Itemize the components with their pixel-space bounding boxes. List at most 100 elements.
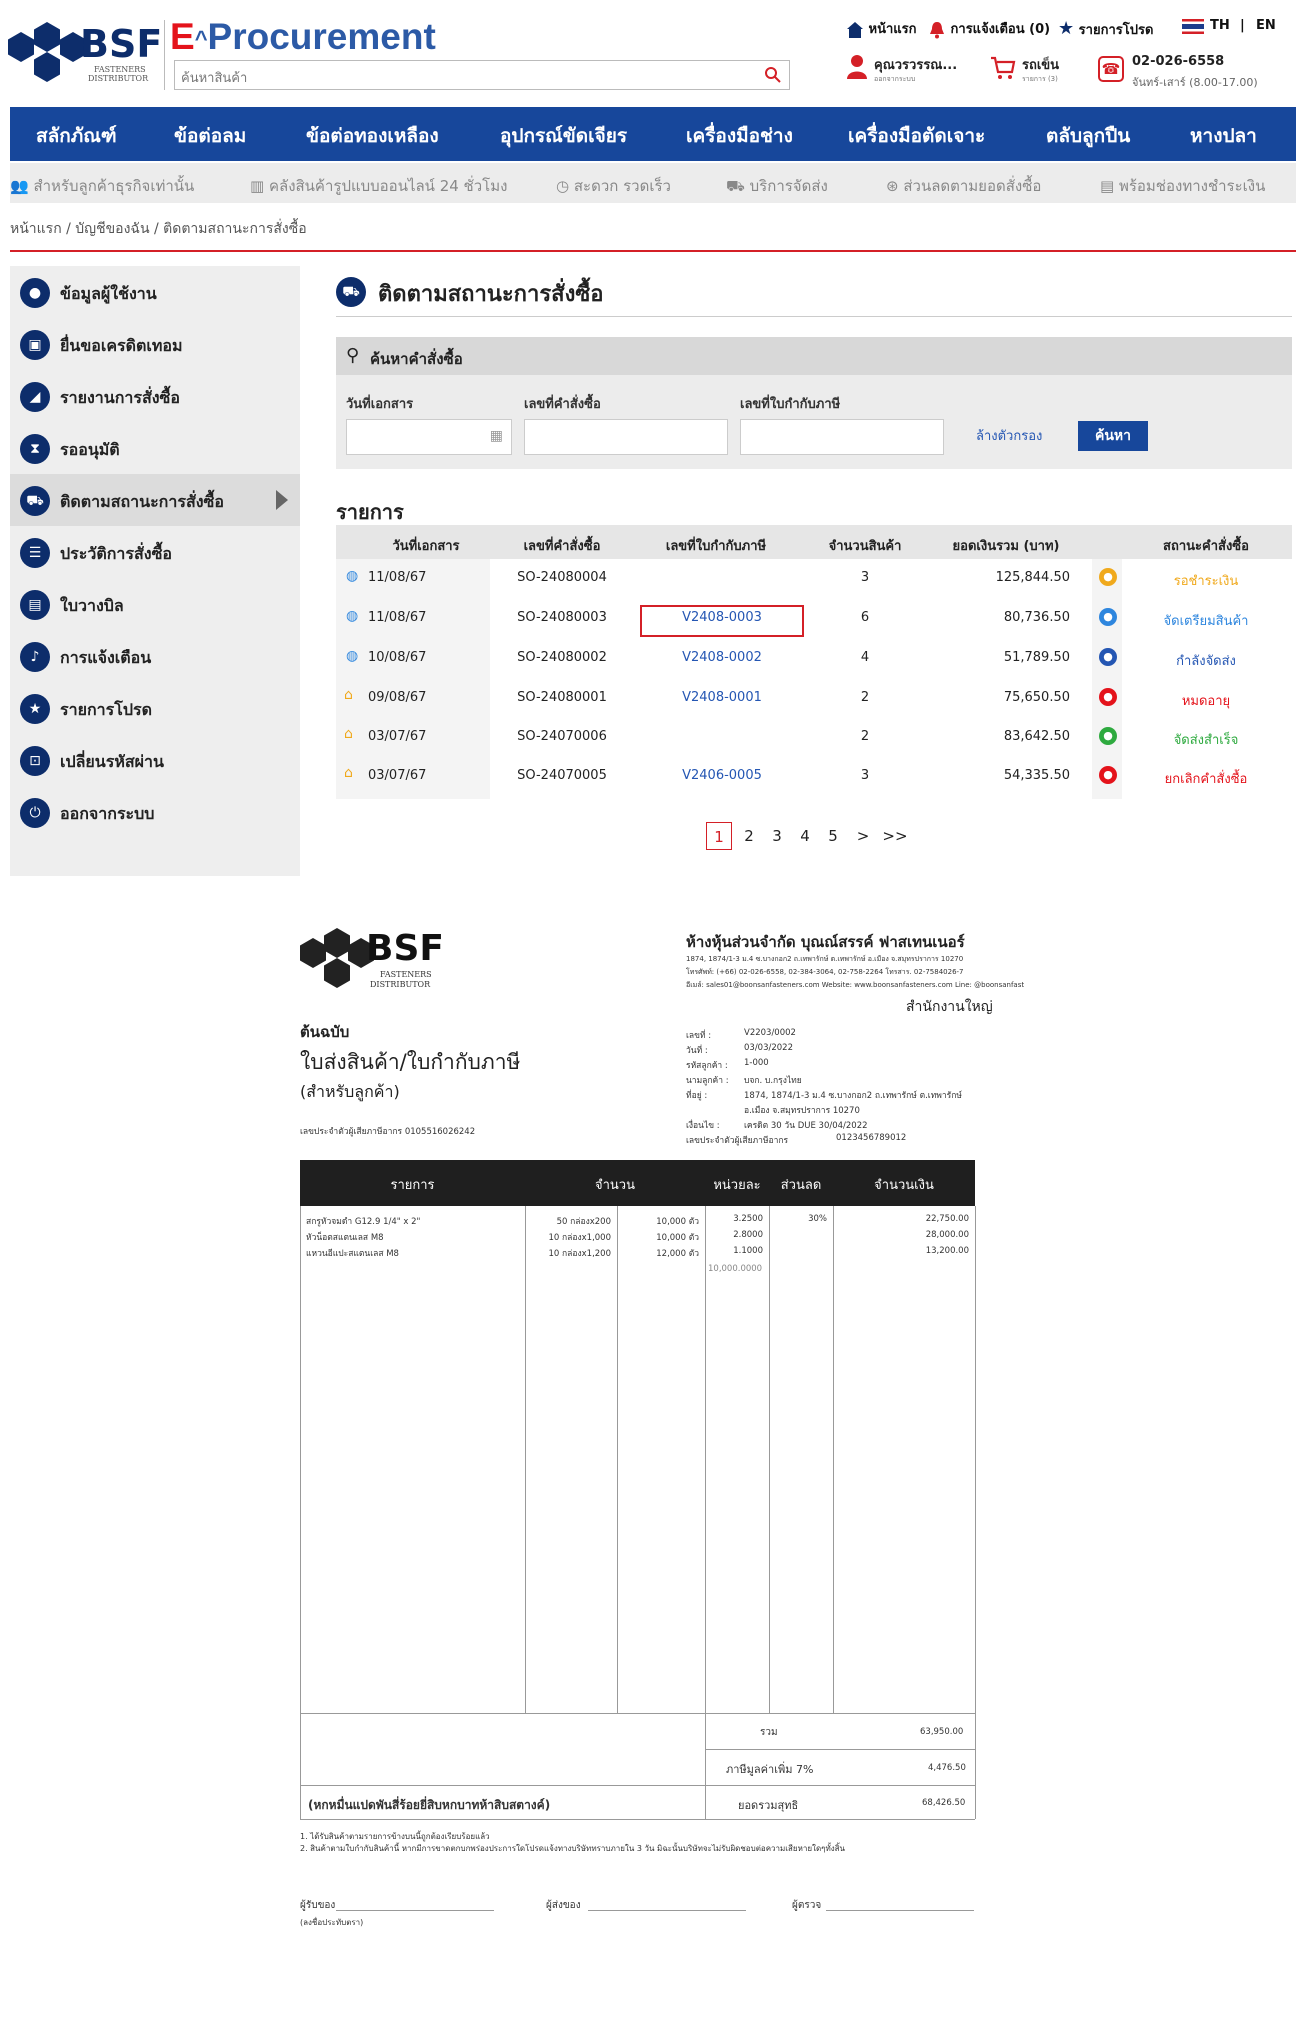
calendar-icon[interactable]: ▦ xyxy=(490,428,503,444)
inv-border xyxy=(617,1206,618,1713)
page-current[interactable]: 1 xyxy=(706,822,732,850)
eproc-caret-icon: ^ xyxy=(194,26,208,52)
row-order[interactable]: SO-24080004 xyxy=(492,570,632,585)
date-input[interactable]: ▦ xyxy=(346,419,512,455)
meta-key: เลขที่ : xyxy=(686,1031,712,1041)
row-order[interactable]: SO-24080002 xyxy=(492,650,632,665)
cart-count: รายการ (3) xyxy=(1022,75,1058,83)
sidebar-item-bill[interactable]: ▤ ใบวางบิล xyxy=(10,578,300,630)
table-row[interactable]: ⌂ 03/07/67 SO-24070006 2 83,642.50 ● จัดส่งสำเ… xyxy=(336,718,1292,756)
page-link[interactable]: > xyxy=(850,822,876,850)
invoice-logo-brand: BSF xyxy=(366,928,444,969)
sidebar-item-label: ยื่นขอเครดิตเทอม xyxy=(60,336,183,355)
search-icon[interactable] xyxy=(764,66,782,84)
row-order[interactable]: SO-24070006 xyxy=(492,729,632,744)
top-favorites-link[interactable]: ★ รายการโปรด xyxy=(1058,18,1153,40)
phone-icon: ☎ xyxy=(1098,56,1124,82)
page-link[interactable]: 3 xyxy=(764,822,790,850)
clear-filter-button[interactable]: ล้างตัวกรอง xyxy=(976,425,1042,446)
top-home-link[interactable]: หน้าแรก xyxy=(846,18,917,39)
main-nav: สลักภัณฑ์ ข้อต่อลม ข้อต่อทองเหลือง อุปกร… xyxy=(10,107,1296,161)
lang-en[interactable]: EN xyxy=(1256,18,1276,33)
account-name: คุณวรวรรณ... xyxy=(874,58,958,73)
table-row[interactable]: ⌂ 09/08/67 SO-24080001 V2408-0001 2 75,650.50… xyxy=(336,679,1292,717)
row-tax-link[interactable]: V2408-0001 xyxy=(642,690,802,705)
row-date: 09/08/67 xyxy=(368,690,427,705)
feature-discount-text: ส่วนลดตามยอดสั่งซื้อ xyxy=(903,177,1042,195)
star-icon: ★ xyxy=(20,694,50,724)
sidebar-item-notifications[interactable]: ♪ การแจ้งเตือน xyxy=(10,630,300,682)
sidebar-item-history[interactable]: ☰ ประวัติการสั่งซื้อ xyxy=(10,526,300,578)
sidebar-item-pending[interactable]: ⧗ รออนุมัติ xyxy=(10,422,300,474)
nav-item-fasteners[interactable]: สลักภัณฑ์ xyxy=(36,121,117,151)
row-tax-link[interactable]: V2406-0005 xyxy=(642,768,802,783)
cart-icon xyxy=(991,56,1016,79)
page-link[interactable]: 2 xyxy=(736,822,762,850)
top-notifications-link[interactable]: การแจ้งเตือน (0) xyxy=(928,18,1050,39)
feature-warehouse: ▥ คลังสินค้ารูปแบบออนไลน์ 24 ชั่วโมง xyxy=(250,174,507,198)
search-button[interactable]: ค้นหา xyxy=(1078,421,1148,451)
globe-icon: ◍ xyxy=(346,568,359,584)
bsf-logo[interactable]: BSF FASTENERS DISTRIBUTOR xyxy=(8,18,162,86)
sidebar-item-password[interactable]: ⊡ เปลี่ยนรหัสผ่าน xyxy=(10,734,300,786)
nav-item-abrasives[interactable]: อุปกรณ์ขัดเจียร xyxy=(500,121,627,151)
row-total: 83,642.50 xyxy=(1003,729,1070,744)
sidebar-item-profile[interactable]: ● ข้อมูลผู้ใช้งาน xyxy=(10,266,300,318)
invoice-logo-sub1: FASTENERS xyxy=(380,970,432,979)
account-menu[interactable]: คุณวรวรรณ... ออกจากระบบ xyxy=(846,52,966,92)
nav-item-hand-tools[interactable]: เครื่องมือช่าง xyxy=(686,121,793,151)
page-link[interactable]: >> xyxy=(882,822,908,850)
phone-number: 02-026-6558 xyxy=(1132,54,1225,69)
nav-item-cutting-tools[interactable]: เครื่องมือตัดเจาะ xyxy=(848,121,985,151)
inv-border xyxy=(833,1206,834,1713)
search-icon: ⚲ xyxy=(346,345,360,366)
nav-item-terminals[interactable]: หางปลา xyxy=(1190,121,1257,151)
row-order[interactable]: SO-24080003 xyxy=(492,610,632,625)
meta-value: 0123456789012 xyxy=(836,1133,907,1143)
store-icon: ⌂ xyxy=(344,726,353,742)
sidebar-item-label: ข้อมูลผู้ใช้งาน xyxy=(60,284,157,303)
feature-fast-text: สะดวก รวดเร็ว xyxy=(573,177,671,195)
col-status: สถานะคำสั่งซื้อ xyxy=(1163,539,1249,554)
nav-item-bearings[interactable]: ตลับลูกปืน xyxy=(1046,121,1130,151)
feature-business: 👥 สำหรับลูกค้าธุรกิจเท่านั้น xyxy=(10,174,194,198)
row-qty: 2 xyxy=(860,690,870,705)
breadcrumb[interactable]: หน้าแรก / บัญชีของฉัน / ติดตามสถานะการสั… xyxy=(10,218,307,240)
discount-icon: ⊛ xyxy=(886,177,899,195)
cart-button[interactable]: รถเข็น รายการ (3) xyxy=(990,52,1080,92)
sign-checker: ผู้ตรวจ xyxy=(792,1900,822,1911)
row-total: 80,736.50 xyxy=(1003,610,1070,625)
table-row[interactable]: ⌂ 03/07/67 SO-24070005 V2406-0005 3 54,335.50… xyxy=(336,757,1292,795)
phone-contact[interactable]: ☎ 02-026-6558 จันทร์-เสาร์ (8.00-17.00) xyxy=(1098,52,1288,92)
table-row[interactable]: ◍ 11/08/67 SO-24080004 3 125,844.50 ● รอชำระเง… xyxy=(336,559,1292,597)
list-title: รายการ xyxy=(336,500,404,524)
row-order[interactable]: SO-24070005 xyxy=(492,768,632,783)
lang-th[interactable]: TH xyxy=(1210,18,1230,33)
sidebar-item-label: รออนุมัติ xyxy=(60,440,120,459)
account-sidebar: ● ข้อมูลผู้ใช้งาน ▣ ยื่นขอเครดิตเทอม ◢ รายง… xyxy=(10,266,300,876)
invoice-logo: BSF FASTENERS DISTRIBUTOR xyxy=(300,928,450,998)
row-status: หมดอายุ xyxy=(1181,694,1231,709)
nav-item-brass-fittings[interactable]: ข้อต่อทองเหลือง xyxy=(306,121,439,151)
table-row[interactable]: ◍ 11/08/67 SO-24080003 V2408-0003 6 80,736.50… xyxy=(336,599,1292,637)
logo-hex-icon xyxy=(324,928,350,958)
item-price: 2.8000 xyxy=(733,1230,763,1240)
inv-border xyxy=(705,1749,975,1750)
row-tax-link[interactable]: V2408-0002 xyxy=(642,650,802,665)
table-row[interactable]: ◍ 10/08/67 SO-24080002 V2408-0002 4 51,789.50… xyxy=(336,639,1292,677)
order-number-input[interactable] xyxy=(524,419,728,455)
nav-item-air-fittings[interactable]: ข้อต่อลม xyxy=(174,121,246,151)
sidebar-item-report[interactable]: ◢ รายงานการสั่งซื้อ xyxy=(10,370,300,422)
page-link[interactable]: 4 xyxy=(792,822,818,850)
sidebar-item-logout[interactable]: ⏻ ออกจากระบบ xyxy=(10,786,300,838)
search-input[interactable]: ค้นหาสินค้า xyxy=(174,60,790,90)
sidebar-item-label: การแจ้งเตือน xyxy=(60,648,152,667)
row-order[interactable]: SO-24080001 xyxy=(492,690,632,705)
sidebar-item-credit[interactable]: ▣ ยื่นขอเครดิตเทอม xyxy=(10,318,300,370)
page-link[interactable]: 5 xyxy=(820,822,846,850)
page-title: ติดตามสถานะการสั่งซื้อ xyxy=(378,282,604,307)
sidebar-item-tracking[interactable]: ⛟ ติดตามสถานะการสั่งซื้อ xyxy=(10,474,300,526)
lang-separator: | xyxy=(1240,18,1245,33)
sidebar-item-favorites[interactable]: ★ รายการโปรด xyxy=(10,682,300,734)
tax-invoice-input[interactable] xyxy=(740,419,944,455)
